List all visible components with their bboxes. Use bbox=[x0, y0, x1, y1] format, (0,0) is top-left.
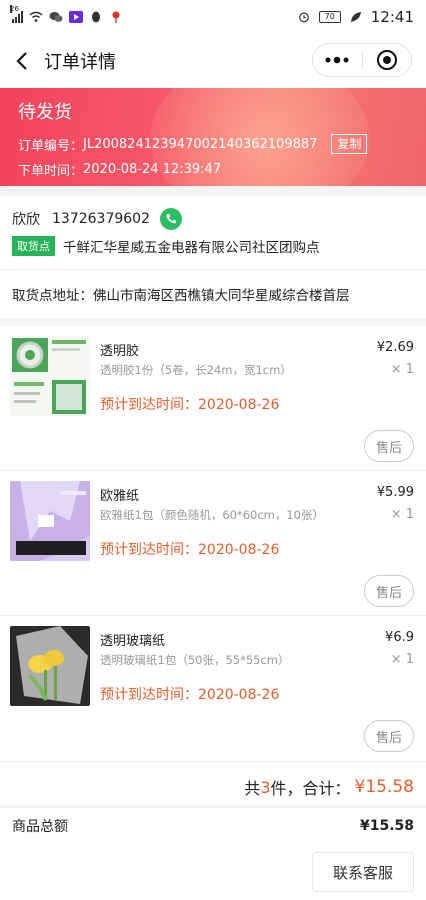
battery-level: 70 bbox=[324, 12, 335, 21]
phone-icon bbox=[165, 214, 176, 224]
order-item: 欧雅纸 欧雅纸1包（颜色随机，60*60cm，10张） ¥5.99 × 1 预计… bbox=[0, 471, 426, 615]
pickup-tag: 取货点 bbox=[12, 236, 55, 256]
status-left: 26 bbox=[10, 5, 123, 23]
contact-phone: 13726379602 bbox=[52, 211, 150, 227]
order-number-row: 订单编号： JL20082412394700214036210988​7 复制 bbox=[18, 134, 408, 154]
more-dots-icon bbox=[325, 56, 349, 64]
after-sale-button[interactable]: 售后 bbox=[364, 720, 414, 752]
order-status: 待发货 bbox=[18, 102, 72, 123]
estimated-arrival: 预计到达时间：2020-08-26 bbox=[100, 542, 280, 558]
clock-time: 12:41 bbox=[370, 8, 414, 26]
product-image[interactable] bbox=[10, 481, 90, 561]
after-sale-button[interactable]: 售后 bbox=[364, 430, 414, 462]
order-number: JL20082412394700214036210988​7 bbox=[83, 136, 318, 152]
cellophane-product-image bbox=[10, 626, 90, 706]
product-spec: 透明胶1份（5卷，长24m，宽1cm） bbox=[100, 363, 292, 377]
network-type: 26 bbox=[10, 5, 19, 13]
charging-leaf-icon bbox=[350, 12, 361, 22]
phone-call-button[interactable] bbox=[159, 208, 182, 230]
tape-product-image bbox=[10, 336, 90, 416]
product-spec: 欧雅纸1包（颜色随机，60*60cm，10张） bbox=[100, 508, 324, 522]
copy-button[interactable]: 复制 bbox=[331, 134, 368, 154]
back-button[interactable] bbox=[0, 34, 44, 88]
product-name: 欧雅纸 bbox=[100, 489, 140, 504]
battery-icon: 70 bbox=[318, 11, 341, 23]
product-price: ¥6.9 bbox=[385, 630, 414, 645]
product-price: ¥5.99 bbox=[376, 485, 414, 500]
contact-service-button[interactable]: 联系客服 bbox=[312, 852, 414, 892]
page-title: 订单详情 bbox=[44, 52, 116, 73]
product-quantity: × 1 bbox=[390, 362, 414, 377]
pickup-address: 取货点地址： 佛山市南海区西樵镇大同华星威综合楼首层 bbox=[0, 270, 426, 318]
more-button[interactable] bbox=[313, 44, 362, 76]
order-summary: 共 3 件，合计： ¥15.58 bbox=[0, 767, 426, 807]
back-arrow-icon bbox=[16, 52, 27, 70]
wechat-icon bbox=[49, 12, 63, 22]
summary-suffix: 件，合计： bbox=[270, 779, 351, 798]
divider bbox=[0, 761, 426, 762]
status-right: 70 12:41 bbox=[297, 8, 414, 26]
product-name: 透明胶 bbox=[100, 344, 140, 359]
after-sale-button[interactable]: 售后 bbox=[364, 575, 414, 607]
product-quantity: × 1 bbox=[390, 507, 414, 522]
order-status-banner: 待发货 订单编号： JL20082412394700214036210988​7… bbox=[0, 88, 426, 186]
media-app-icon bbox=[69, 11, 83, 23]
goods-total-amount: ¥15.58 bbox=[359, 818, 414, 834]
product-spec: 透明玻璃纸1包（50张，55*55cm） bbox=[100, 653, 290, 667]
item-count: 3 bbox=[260, 777, 271, 797]
summary-prefix: 共 bbox=[244, 779, 261, 798]
nav-bar: 订单详情 bbox=[0, 34, 426, 88]
estimated-arrival: 预计到达时间：2020-08-26 bbox=[100, 687, 280, 703]
qq-icon bbox=[92, 11, 100, 23]
pickup-address-label: 取货点地址： bbox=[12, 288, 93, 304]
pickup-point-row: 取货点 千鲜汇华星威五金电器有限公司社区团购点 bbox=[12, 236, 414, 256]
goods-total-label: 商品总额 bbox=[12, 819, 68, 835]
mini-program-capsule bbox=[312, 43, 412, 77]
product-price: ¥2.69 bbox=[376, 340, 414, 355]
contact-row: 欣欣 13726379602 bbox=[12, 208, 414, 230]
order-item: 透明胶 透明胶1份（5卷，长24m，宽1cm） ¥2.69 × 1 预计到达时间… bbox=[0, 326, 426, 470]
order-number-label: 订单编号： bbox=[18, 138, 84, 154]
order-time: 2020-08-24 12:39:47 bbox=[83, 162, 222, 177]
pickup-address-value: 佛山市南海区西樵镇大同华星威综合楼首层 bbox=[93, 288, 350, 304]
order-time-label: 下单时间： bbox=[18, 164, 84, 179]
goods-total-row: 商品总额 ¥15.58 bbox=[0, 808, 426, 844]
order-time-row: 下单时间： 2020-08-24 12:39:47 bbox=[18, 160, 408, 179]
order-total: ¥15.58 bbox=[354, 777, 414, 797]
contact-section: 欣欣 13726379602 取货点 千鲜汇华星威五金电器有限公司社区团购点 bbox=[0, 196, 426, 268]
estimated-arrival: 预计到达时间：2020-08-26 bbox=[100, 397, 280, 413]
product-image[interactable] bbox=[10, 626, 90, 706]
product-name: 透明玻璃纸 bbox=[100, 634, 166, 649]
order-item: 透明玻璃纸 透明玻璃纸1包（50张，55*55cm） ¥6.9 × 1 预计到达… bbox=[0, 616, 426, 760]
product-image[interactable] bbox=[10, 336, 90, 416]
signal-icon: 26 bbox=[10, 5, 23, 23]
contact-name: 欣欣 bbox=[12, 212, 40, 228]
close-target-icon bbox=[376, 50, 397, 70]
section-gap bbox=[0, 186, 426, 196]
pickup-point-name: 千鲜汇华星威五金电器有限公司社区团购点 bbox=[63, 240, 320, 256]
section-gap bbox=[0, 318, 426, 326]
product-quantity: × 1 bbox=[390, 652, 414, 667]
alarm-clock-icon bbox=[298, 12, 309, 23]
wrapping-paper-product-image bbox=[10, 481, 90, 561]
wifi-icon bbox=[29, 11, 43, 22]
close-button[interactable] bbox=[363, 44, 412, 76]
status-bar: 26 70 12:41 bbox=[0, 0, 426, 34]
location-pin-icon bbox=[112, 11, 120, 23]
